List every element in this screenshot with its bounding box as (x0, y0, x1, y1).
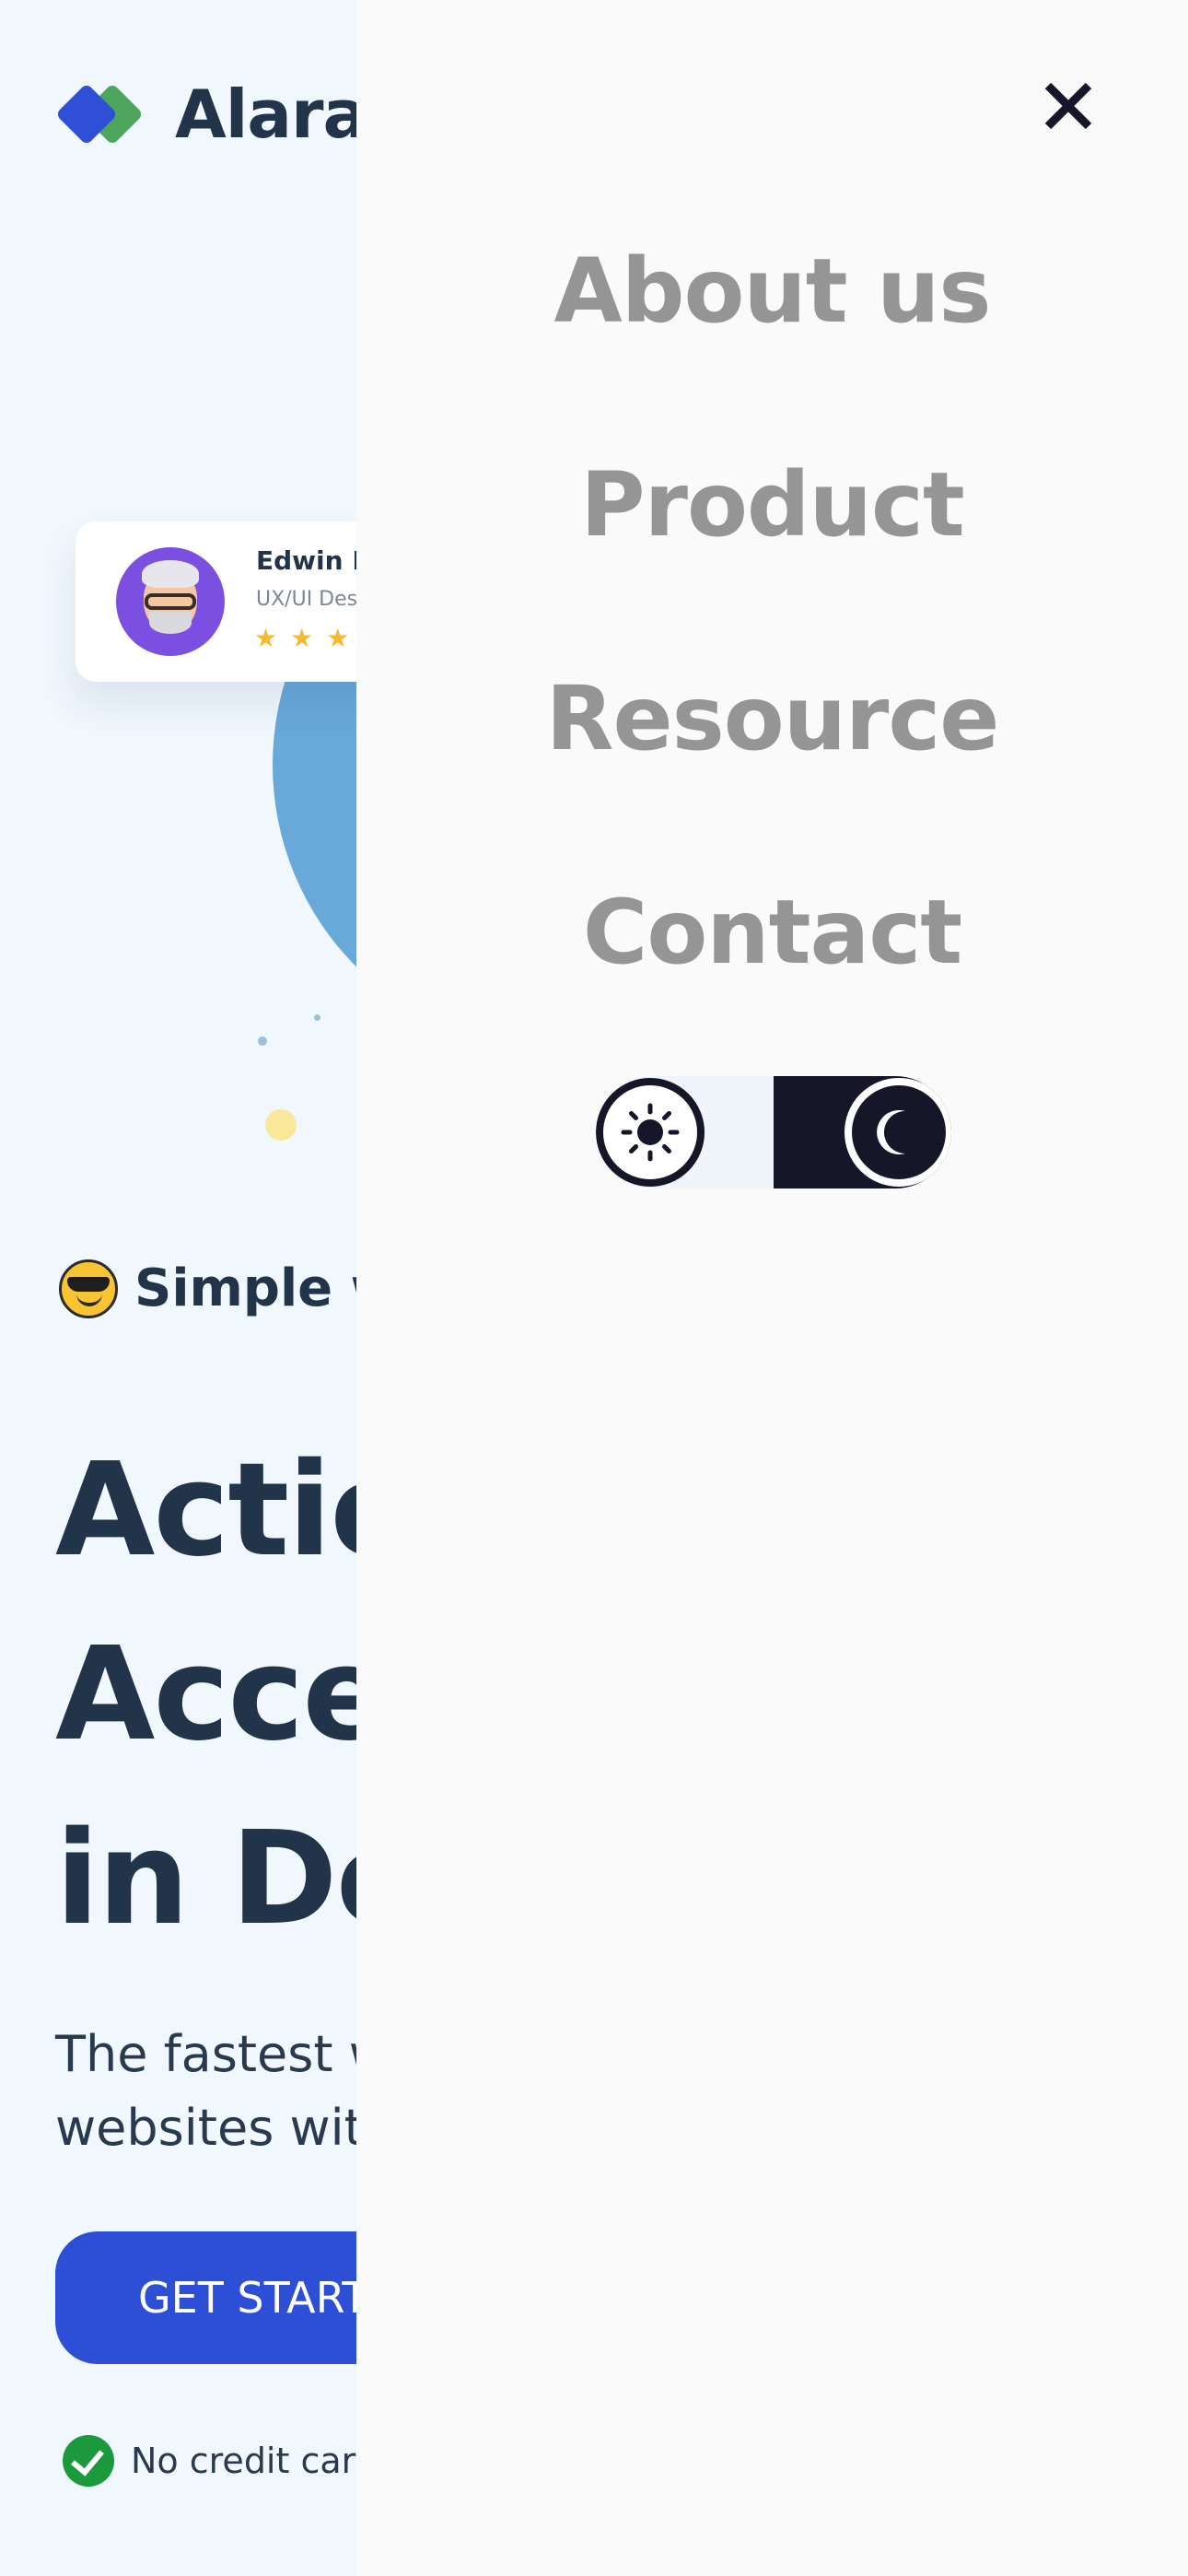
logo-mark-icon (55, 80, 144, 148)
brand-logo[interactable]: Alara (55, 76, 367, 153)
decorative-dot (258, 1036, 267, 1046)
card-role: UX/UI Des (256, 588, 358, 611)
moon-icon (844, 1078, 951, 1187)
nav-drawer: About us Product Resource Contact (356, 0, 1188, 2576)
sun-icon (596, 1078, 705, 1187)
avatar (116, 547, 225, 656)
brand-name: Alara (175, 76, 367, 153)
subtext-line: websites wit (55, 2099, 364, 2157)
theme-toggle[interactable] (596, 1076, 951, 1188)
note-text: No credit card (131, 2441, 378, 2481)
nav-item-about-us[interactable]: About us (356, 240, 1188, 343)
decorative-dot (314, 1014, 320, 1021)
close-icon (1044, 82, 1092, 130)
close-button[interactable] (1027, 64, 1110, 147)
nav-item-product[interactable]: Product (356, 453, 1188, 556)
decorative-dot (265, 1109, 297, 1141)
nav-item-contact[interactable]: Contact (356, 881, 1188, 984)
nav-item-resource[interactable]: Resource (356, 667, 1188, 770)
rating-stars: ★★★ (254, 623, 363, 653)
tagline: Simple w (59, 1259, 398, 1318)
hero-subtext: The fastest w websites wit (55, 2018, 390, 2165)
no-credit-card-note: No credit card (63, 2435, 378, 2487)
subtext-line: The fastest w (55, 2025, 390, 2083)
sunglasses-emoji-icon (59, 1259, 118, 1318)
check-circle-icon (63, 2435, 114, 2487)
